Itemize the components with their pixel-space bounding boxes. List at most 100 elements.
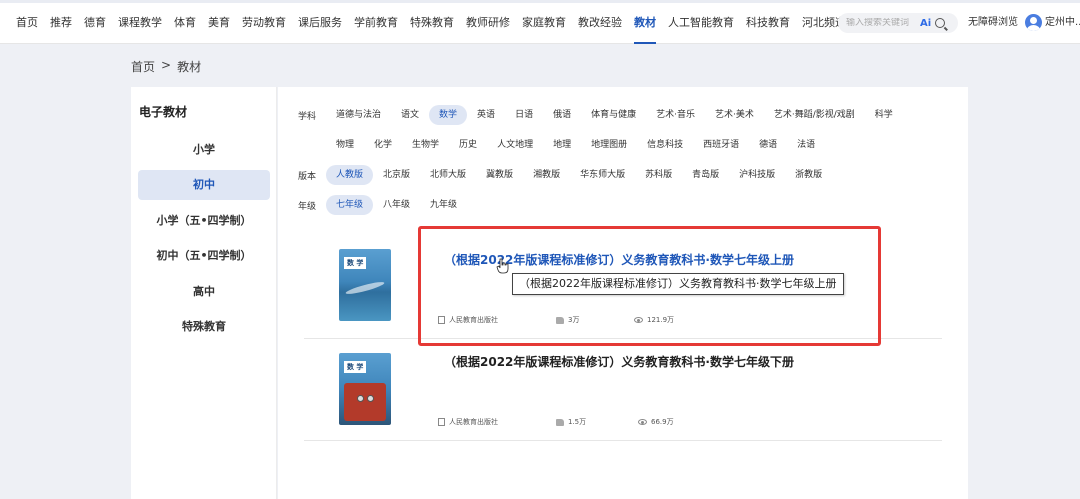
edition-chip[interactable]: 华东师大版 [570,165,635,185]
subject-chip-math[interactable]: 数学 [429,105,468,125]
hand-cursor-icon [496,258,509,274]
sidebar-item-primary-54[interactable]: 小学（五•四学制） [138,206,270,236]
cover-art [357,395,374,402]
edition-chip[interactable]: 冀教版 [476,165,523,185]
subject-chip[interactable]: 生物学 [402,135,449,155]
subject-chip[interactable]: 语文 [391,105,429,125]
book-meta: 人民教育出版社 3万 121.9万 [438,315,674,325]
ai-search-icon[interactable]: Ai [920,18,931,29]
grade-chip-9[interactable]: 九年级 [420,195,467,215]
subject-chip[interactable]: 英语 [467,105,505,125]
views: 66.9万 [638,417,674,427]
edition-chip[interactable]: 北京版 [373,165,420,185]
book-cover[interactable]: 数 学 [339,353,391,425]
subject-chip[interactable]: 体育与健康 [581,105,646,125]
main-nav: 首页 推荐 德育 课程教学 体育 美育 劳动教育 课后服务 学前教育 特殊教育 … [10,0,863,44]
nav-item-reform[interactable]: 教改经验 [572,0,628,44]
likes[interactable]: 3万 [556,315,634,325]
nav-item-preschool[interactable]: 学前教育 [348,0,404,44]
subject-chip[interactable]: 俄语 [543,105,581,125]
view-count: 66.9万 [651,418,674,426]
subject-chip[interactable]: 艺术·舞蹈/影视/戏剧 [764,105,865,125]
subject-filter-label: 学科 [298,111,317,122]
thumbs-up-icon [556,316,564,324]
book-cover[interactable]: 数 学 [339,249,391,321]
edition-chip[interactable]: 青岛版 [682,165,729,185]
nav-item-ai-education[interactable]: 人工智能教育 [662,0,740,44]
book-item[interactable]: 数 学 （根据2022年版课程标准修订）义务教育教科书·数学七年级下册 人民教育… [304,339,942,441]
subject-chip[interactable]: 艺术·音乐 [646,105,705,125]
grade-chip-8[interactable]: 八年级 [373,195,420,215]
nav-item-pe[interactable]: 体育 [168,0,202,44]
subject-chip[interactable]: 科学 [865,105,903,125]
breadcrumb-separator: > [161,58,172,72]
top-navigation-bar: 首页 推荐 德育 课程教学 体育 美育 劳动教育 课后服务 学前教育 特殊教育 … [0,0,1080,44]
nav-item-recommend[interactable]: 推荐 [44,0,78,44]
nav-item-family[interactable]: 家庭教育 [516,0,572,44]
cover-label: 数 学 [344,361,367,373]
title-tooltip: （根据2022年版课程标准修订）义务教育教科书·数学七年级上册 [512,273,844,295]
breadcrumb: 首页 > 教材 [131,58,201,75]
eye-icon [638,419,647,425]
sidebar-item-special-education[interactable]: 特殊教育 [138,312,270,342]
subject-chip[interactable]: 人文地理 [487,135,543,155]
nav-item-teacher-training[interactable]: 教师研修 [460,0,516,44]
subject-chip[interactable]: 化学 [364,135,402,155]
subject-chip[interactable]: 西班牙语 [693,135,749,155]
edition-chip-pep[interactable]: 人教版 [326,165,374,185]
book-title-link[interactable]: （根据2022年版课程标准修订）义务教育教科书·数学七年级下册 [444,353,794,370]
search-input[interactable] [846,18,916,28]
subject-chip[interactable]: 道德与法治 [326,105,391,125]
sidebar-item-junior[interactable]: 初中 [138,170,270,200]
nav-item-arts[interactable]: 美育 [202,0,236,44]
like-count: 1.5万 [568,418,587,426]
sidebar-title: 电子教材 [139,105,188,119]
sidebar-item-primary[interactable]: 小学 [138,135,270,165]
nav-item-moral[interactable]: 德育 [78,0,112,44]
edition-chip[interactable]: 浙教版 [785,165,832,185]
nav-item-textbooks[interactable]: 教材 [628,0,662,44]
edition-filter-row: 版本 人教版 北京版 北师大版 冀教版 湘教版 华东师大版 苏科版 青岛版 沪科… [298,165,832,185]
publisher-icon [438,418,445,426]
publisher-icon [438,316,445,324]
nav-item-home[interactable]: 首页 [10,0,44,44]
views: 121.9万 [634,315,674,325]
subject-chip[interactable]: 物理 [326,135,364,155]
breadcrumb-current: 教材 [177,60,202,74]
sidebar-item-junior-54[interactable]: 初中（五•四学制） [138,241,270,271]
grade-filter-row: 年级 七年级 八年级 九年级 [298,195,467,215]
avatar[interactable] [1025,14,1042,31]
edition-chip[interactable]: 湘教版 [523,165,570,185]
breadcrumb-home[interactable]: 首页 [131,58,155,75]
nav-item-special[interactable]: 特殊教育 [404,0,460,44]
edition-filter-label: 版本 [298,171,317,182]
publisher: 人民教育出版社 [438,417,556,427]
subject-chip[interactable]: 地理 [543,135,581,155]
nav-item-afterschool[interactable]: 课后服务 [292,0,348,44]
search-icon[interactable] [935,18,946,28]
sidebar-item-senior[interactable]: 高中 [138,277,270,307]
subject-chip[interactable]: 艺术·美术 [705,105,764,125]
username[interactable]: 定州中... [1045,0,1080,44]
subject-chip[interactable]: 法语 [787,135,825,155]
subject-chip[interactable]: 地理图册 [581,135,637,155]
cover-label: 数 学 [344,257,367,269]
subject-chip[interactable]: 日语 [505,105,543,125]
nav-item-tech[interactable]: 科技教育 [740,0,796,44]
subject-filter-row-2: 物理 化学 生物学 历史 人文地理 地理 地理图册 信息科技 西班牙语 德语 法… [326,135,825,155]
publisher-name: 人民教育出版社 [449,316,498,324]
accessibility-link[interactable]: 无障碍浏览 [968,0,1018,44]
edition-chip[interactable]: 北师大版 [420,165,476,185]
edition-chip[interactable]: 苏科版 [635,165,682,185]
search-box: Ai [838,13,958,33]
subject-chip[interactable]: 德语 [749,135,787,155]
nav-item-labor[interactable]: 劳动教育 [236,0,292,44]
likes[interactable]: 1.5万 [556,417,638,427]
subject-chip[interactable]: 信息科技 [637,135,693,155]
grade-chip-7[interactable]: 七年级 [326,195,374,215]
nav-item-curriculum[interactable]: 课程教学 [112,0,168,44]
like-count: 3万 [568,316,580,324]
subject-chip[interactable]: 历史 [449,135,487,155]
sidebar: 电子教材 小学 初中 小学（五•四学制） 初中（五•四学制） 高中 特殊教育 [131,87,277,499]
edition-chip[interactable]: 沪科技版 [729,165,785,185]
